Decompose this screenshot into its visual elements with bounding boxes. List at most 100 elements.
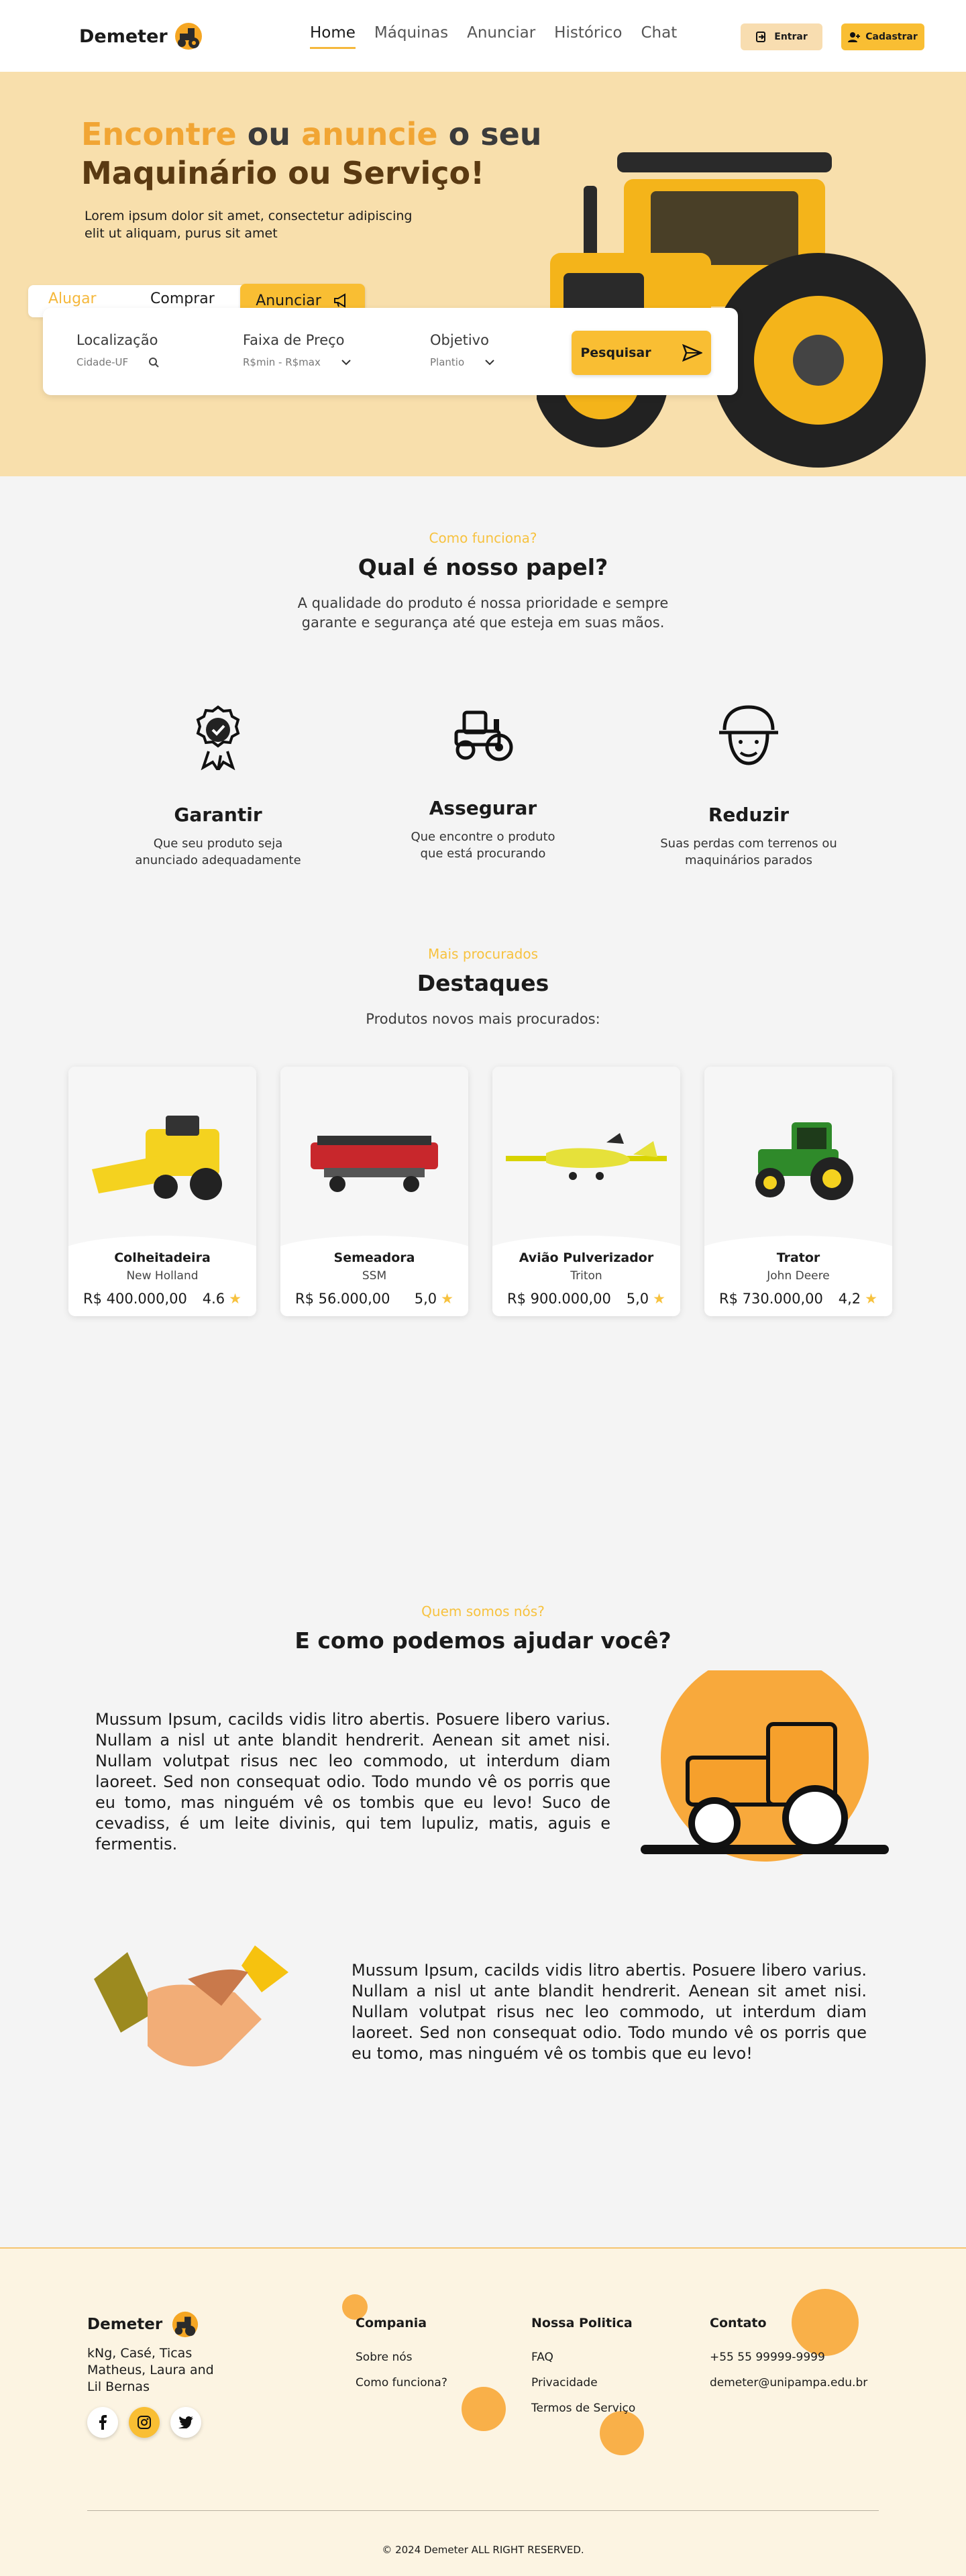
feature-title: Garantir (174, 804, 262, 826)
about-paragraph-1: Mussum Ipsum, cacilds vidis litro aberti… (95, 1710, 610, 1854)
signup-label: Cadastrar (865, 32, 918, 42)
feature-title: Reduzir (708, 804, 790, 826)
footer-link-faq[interactable]: FAQ (531, 2351, 635, 2364)
harvester-image (92, 1116, 222, 1200)
login-icon (756, 32, 766, 42)
award-badge-icon (196, 705, 240, 770)
nav-machines[interactable]: Máquinas (374, 24, 448, 49)
star-icon: ★ (865, 1291, 877, 1307)
product-brand: New Holland (126, 1269, 199, 1283)
footer-company-column: Compania Sobre nós Como funciona? (356, 2316, 447, 2402)
feature-guarantee: Garantir Que seu produto seja anunciado … (97, 703, 339, 869)
footer-policy-title: Nossa Politica (531, 2316, 633, 2330)
role-heading: Qual é nosso papel? (358, 554, 608, 580)
footer-team: kNg, Casé, Ticas Matheus, Laura and Lil … (87, 2346, 214, 2394)
tractor-icon (454, 710, 513, 761)
role-kicker: Como funciona? (429, 530, 537, 546)
product-name: Colheitadeira (114, 1250, 211, 1265)
feature-reduce: Reduzir Suas perdas com terrenos ou maqu… (628, 703, 869, 869)
footer-phone[interactable]: +55 55 99999-9999 (710, 2351, 867, 2364)
send-icon (682, 344, 702, 362)
product-image (280, 1067, 468, 1252)
location-label: Localização (76, 332, 158, 348)
search-form: Localização Cidade-UF Faixa de Preço R$m… (43, 308, 738, 395)
search-button[interactable]: Pesquisar (572, 331, 711, 375)
product-image (704, 1067, 892, 1252)
hero-subtitle: Lorem ipsum dolor sit amet, consectetur … (85, 209, 413, 241)
chevron-down-icon[interactable] (341, 359, 352, 366)
footer-brand[interactable]: Demeter (87, 2310, 201, 2339)
product-card[interactable]: Trator John Deere R$ 730.000,00 4,2 ★ (704, 1067, 892, 1316)
decorative-bubble (462, 2387, 506, 2431)
product-cards: Colheitadeira New Holland R$ 400.000,00 … (68, 1067, 892, 1316)
highlights-kicker: Mais procurados (427, 946, 539, 962)
brand-logo[interactable]: Demeter (79, 21, 205, 51)
footer-copyright: © 2024 Demeter ALL RIGHT RESERVED. (382, 2544, 584, 2556)
handshake-illustration (94, 1945, 288, 2067)
site-footer: Demeter kNg, Casé, Ticas Matheus, Laura … (0, 2247, 966, 2576)
product-card[interactable]: Semeadora SSM R$ 56.000,00 5,0 ★ (280, 1067, 468, 1316)
footer-link-privacy[interactable]: Privacidade (531, 2376, 635, 2390)
price-range-select[interactable]: R$min - R$max (243, 356, 321, 368)
goal-label: Objetivo (430, 332, 489, 348)
brand-name: Demeter (79, 25, 168, 47)
location-input[interactable]: Cidade-UF (76, 356, 128, 368)
hero-title-word1: Encontre (81, 116, 237, 152)
about-section: Quem somos nós? E como podemos ajudar vo… (0, 1603, 966, 2247)
add-user-icon (848, 32, 861, 42)
product-card[interactable]: Colheitadeira New Holland R$ 400.000,00 … (68, 1067, 256, 1316)
product-brand: John Deere (767, 1269, 830, 1283)
product-card[interactable]: Avião Pulverizador Triton R$ 900.000,00 … (492, 1067, 680, 1316)
farmer-icon (719, 705, 778, 765)
location-field[interactable]: Localização Cidade-UF (76, 332, 159, 368)
tab-buy[interactable]: Comprar (150, 290, 215, 307)
footer-link-how-it-works[interactable]: Como funciona? (356, 2376, 447, 2390)
footer-email[interactable]: demeter@unipampa.edu.br (710, 2376, 867, 2390)
chevron-down-icon[interactable] (484, 359, 495, 366)
nav-history[interactable]: Histórico (554, 24, 622, 49)
about-kicker: Quem somos nós? (421, 1603, 545, 1619)
price-range-label: Faixa de Preço (243, 332, 345, 348)
green-tractor-image (755, 1122, 853, 1200)
highlights-heading: Destaques (417, 970, 549, 996)
footer-link-about[interactable]: Sobre nós (356, 2351, 447, 2364)
product-rating: 5,0 (626, 1291, 649, 1307)
product-rating: 4,2 (838, 1291, 861, 1307)
goal-field[interactable]: Objetivo Plantio (430, 332, 495, 368)
twitter-icon[interactable] (170, 2407, 201, 2438)
seeder-image (311, 1136, 438, 1192)
signup-button[interactable]: Cadastrar (841, 23, 924, 50)
hero-title-word3: anuncie (301, 116, 438, 152)
about-paragraph-2: Mussum Ipsum, cacilds vidis litro aberti… (352, 1961, 867, 2063)
instagram-icon[interactable] (129, 2407, 160, 2438)
nav-home[interactable]: Home (310, 24, 356, 49)
star-icon: ★ (653, 1291, 665, 1307)
search-icon[interactable] (148, 357, 159, 368)
nav-chat[interactable]: Chat (641, 24, 677, 49)
price-range-field[interactable]: Faixa de Preço R$min - R$max (243, 332, 352, 368)
product-price: R$ 400.000,00 (83, 1291, 187, 1307)
goal-select[interactable]: Plantio (430, 356, 464, 368)
footer-brand-name: Demeter (87, 2316, 163, 2333)
highlights-section: Mais procurados Destaques Produtos novos… (0, 946, 966, 1603)
feature-desc: Suas perdas com terrenos ou maquinários … (660, 837, 837, 867)
star-icon: ★ (441, 1291, 453, 1307)
footer-link-terms[interactable]: Termos de Serviço (531, 2402, 635, 2415)
product-price: R$ 730.000,00 (719, 1291, 823, 1307)
product-image (492, 1067, 680, 1252)
login-button[interactable]: Entrar (741, 23, 822, 50)
product-brand: Triton (570, 1269, 602, 1283)
feature-desc: Que encontre o produto que está procuran… (411, 830, 555, 861)
product-name: Avião Pulverizador (519, 1250, 654, 1265)
hero-title-word2: ou (247, 116, 291, 152)
feature-title: Assegurar (429, 797, 537, 819)
facebook-icon[interactable] (87, 2407, 118, 2438)
role-subtext: A qualidade do produto é nossa prioridad… (297, 595, 669, 631)
product-price: R$ 56.000,00 (295, 1291, 390, 1307)
sunset-tractor-illustration (641, 1670, 889, 1862)
crop-duster-plane-image (506, 1133, 667, 1180)
footer-contact-column: Contato +55 55 99999-9999 demeter@unipam… (710, 2316, 867, 2402)
feature-desc: Que seu produto seja anunciado adequadam… (135, 837, 301, 867)
search-button-label: Pesquisar (580, 345, 651, 360)
nav-announce[interactable]: Anunciar (467, 24, 535, 49)
